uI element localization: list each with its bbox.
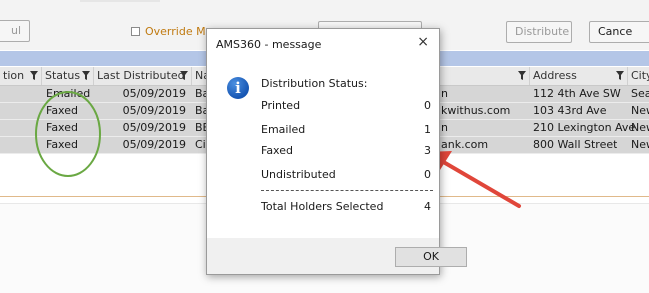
- annotation-arrow-shaft: [438, 158, 521, 208]
- dialog-title: AMS360 - message: [216, 38, 322, 51]
- highlight-circle: [35, 91, 101, 177]
- info-icon: i: [227, 77, 249, 99]
- undistributed-value: 0: [424, 168, 431, 181]
- emailed-value: 1: [424, 123, 431, 136]
- undistributed-label: Undistributed: [261, 168, 336, 181]
- message-dialog: AMS360 - message × i Distribution Status…: [206, 28, 467, 275]
- close-icon[interactable]: ×: [417, 34, 429, 50]
- emailed-label: Emailed: [261, 123, 306, 136]
- status-heading: Distribution Status:: [261, 77, 368, 90]
- total-value: 4: [424, 200, 431, 213]
- ok-button[interactable]: OK: [395, 247, 467, 267]
- total-separator: [261, 190, 433, 191]
- faxed-label: Faxed: [261, 144, 293, 157]
- faxed-value: 3: [424, 144, 431, 157]
- printed-value: 0: [424, 99, 431, 112]
- printed-label: Printed: [261, 99, 301, 112]
- total-label: Total Holders Selected: [261, 200, 384, 213]
